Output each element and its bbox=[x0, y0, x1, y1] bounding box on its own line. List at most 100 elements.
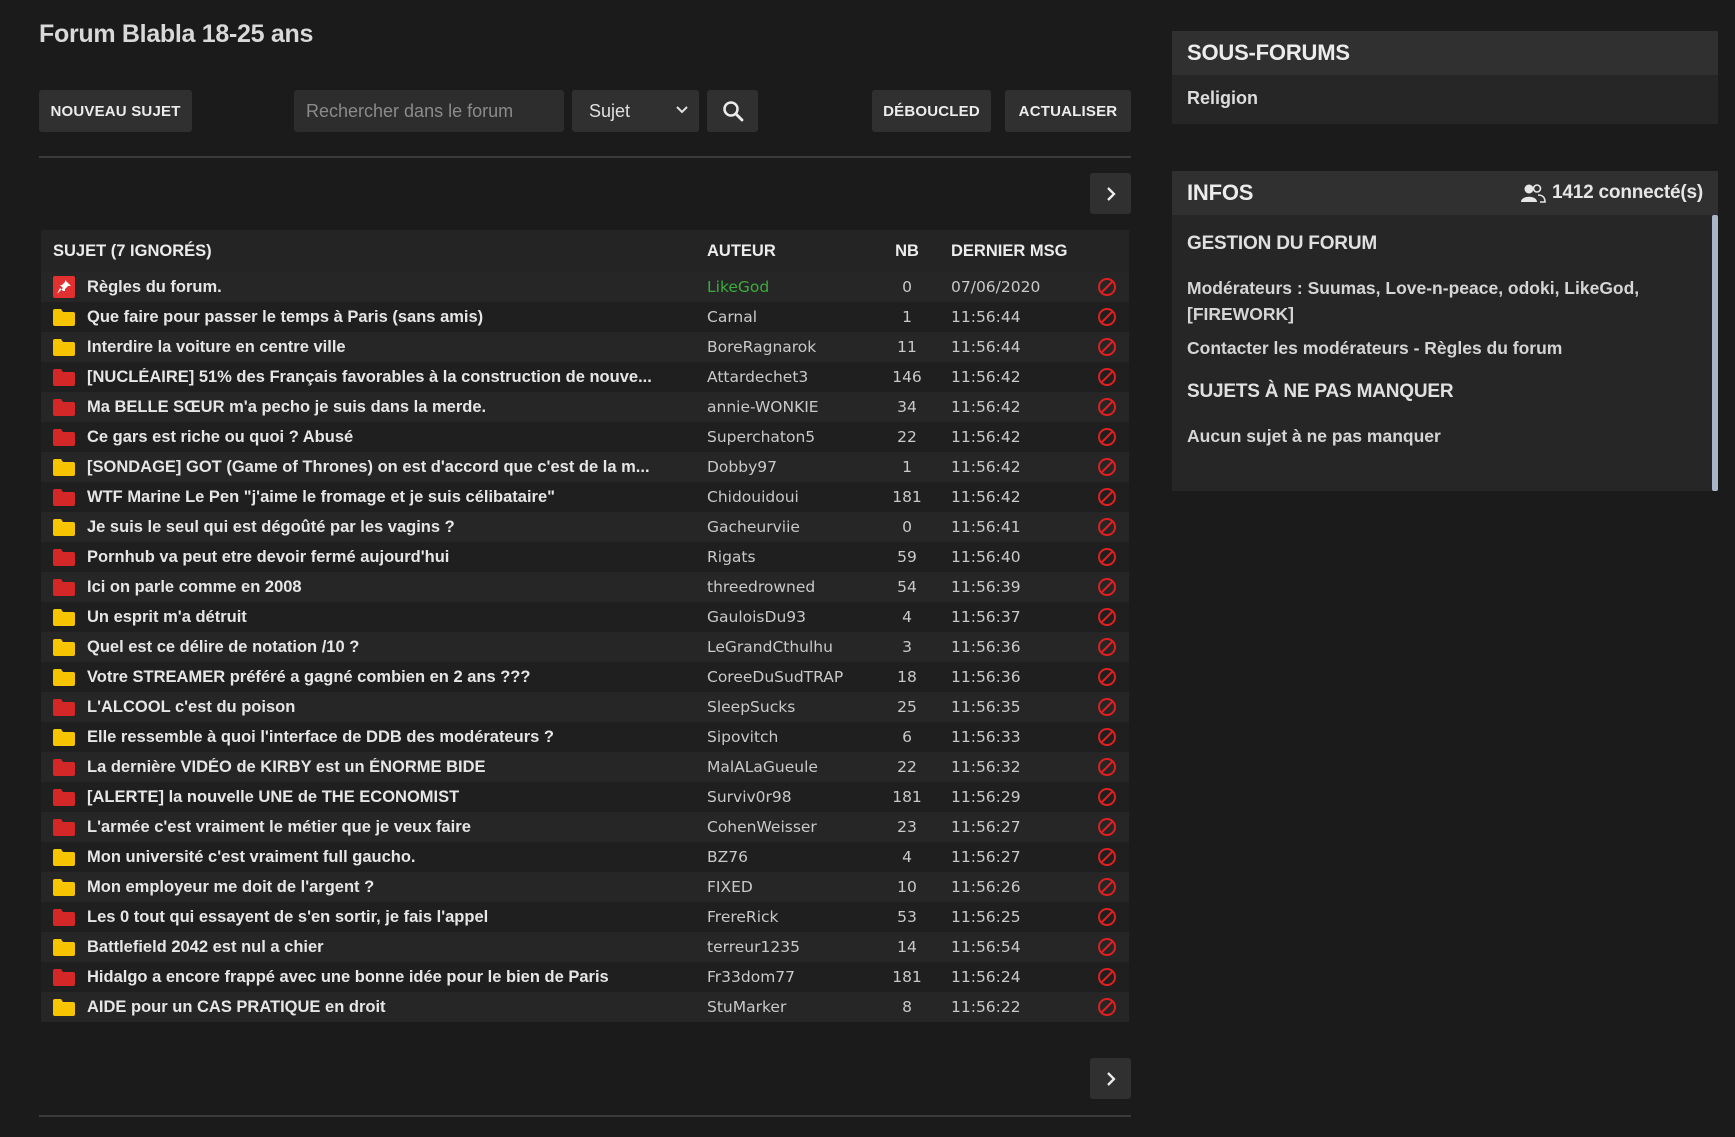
topic-last-message[interactable]: 11:56:33 bbox=[942, 722, 1085, 752]
topic-author-link[interactable]: threedrowned bbox=[707, 572, 872, 602]
block-icon[interactable] bbox=[1097, 307, 1117, 327]
table-row[interactable]: Interdire la voiture en centre ville Bore… bbox=[41, 332, 1129, 362]
topic-author-link[interactable]: terreur1235 bbox=[707, 932, 872, 962]
table-row[interactable]: AIDE pour un CAS PRATIQUE en droit StuMar… bbox=[41, 992, 1129, 1022]
topic-last-message[interactable]: 11:56:39 bbox=[942, 572, 1085, 602]
block-icon[interactable] bbox=[1097, 547, 1117, 567]
topic-last-message[interactable]: 11:56:22 bbox=[942, 992, 1085, 1022]
table-row[interactable]: Hidalgo a encore frappé avec une bonne i… bbox=[41, 962, 1129, 992]
topic-title-link[interactable]: Ce gars est riche ou quoi ? Abusé bbox=[87, 428, 699, 447]
topic-author-link[interactable]: Dobby97 bbox=[707, 452, 872, 482]
topic-last-message[interactable]: 11:56:27 bbox=[942, 812, 1085, 842]
topic-last-message[interactable]: 07/06/2020 bbox=[942, 272, 1085, 302]
topic-last-message[interactable]: 11:56:25 bbox=[942, 902, 1085, 932]
table-row[interactable]: Pornhub va peut etre devoir fermé aujour… bbox=[41, 542, 1129, 572]
block-icon[interactable] bbox=[1097, 697, 1117, 717]
table-row[interactable]: Ce gars est riche ou quoi ? Abusé Superch… bbox=[41, 422, 1129, 452]
topic-last-message[interactable]: 11:56:42 bbox=[942, 392, 1085, 422]
topic-title-link[interactable]: Un esprit m'a détruit bbox=[87, 608, 699, 627]
topic-last-message[interactable]: 11:56:37 bbox=[942, 602, 1085, 632]
topic-title-link[interactable]: La dernière VIDÉO de KIRBY est un ÉNORME… bbox=[87, 758, 699, 777]
topic-title-link[interactable]: L'armée c'est vraiment le métier que je … bbox=[87, 818, 699, 837]
header-subject[interactable]: SUJET (7 IGNORÉS) bbox=[41, 230, 707, 272]
topic-last-message[interactable]: 11:56:36 bbox=[942, 632, 1085, 662]
table-row[interactable]: Ma BELLE SŒUR m'a pecho je suis dans la … bbox=[41, 392, 1129, 422]
topic-author-link[interactable]: GauloisDu93 bbox=[707, 602, 872, 632]
table-row[interactable]: [ALERTE] la nouvelle UNE de THE ECONOMIS… bbox=[41, 782, 1129, 812]
block-icon[interactable] bbox=[1097, 397, 1117, 417]
topic-title-link[interactable]: AIDE pour un CAS PRATIQUE en droit bbox=[87, 998, 699, 1017]
topic-author-link[interactable]: FIXED bbox=[707, 872, 872, 902]
topic-last-message[interactable]: 11:56:54 bbox=[942, 932, 1085, 962]
block-icon[interactable] bbox=[1097, 667, 1117, 687]
block-icon[interactable] bbox=[1097, 997, 1117, 1017]
block-icon[interactable] bbox=[1097, 817, 1117, 837]
table-row[interactable]: L'armée c'est vraiment le métier que je … bbox=[41, 812, 1129, 842]
topic-last-message[interactable]: 11:56:41 bbox=[942, 512, 1085, 542]
next-page-button[interactable] bbox=[1090, 173, 1131, 214]
topic-last-message[interactable]: 11:56:42 bbox=[942, 422, 1085, 452]
topic-last-message[interactable]: 11:56:26 bbox=[942, 872, 1085, 902]
topic-title-link[interactable]: Votre STREAMER préféré a gagné combien e… bbox=[87, 668, 699, 687]
table-row[interactable]: WTF Marine Le Pen "j'aime le fromage et … bbox=[41, 482, 1129, 512]
topic-last-message[interactable]: 11:56:42 bbox=[942, 362, 1085, 392]
block-icon[interactable] bbox=[1097, 277, 1117, 297]
refresh-button[interactable]: ACTUALISER bbox=[1005, 90, 1131, 132]
topic-author-link[interactable]: Gacheurviie bbox=[707, 512, 872, 542]
topic-last-message[interactable]: 11:56:42 bbox=[942, 482, 1085, 512]
block-icon[interactable] bbox=[1097, 457, 1117, 477]
topic-title-link[interactable]: [NUCLÉAIRE] 51% des Français favorables … bbox=[87, 368, 699, 387]
topic-author-link[interactable]: Sipovitch bbox=[707, 722, 872, 752]
topic-last-message[interactable]: 11:56:40 bbox=[942, 542, 1085, 572]
topic-author-link[interactable]: Chidouidoui bbox=[707, 482, 872, 512]
block-icon[interactable] bbox=[1097, 757, 1117, 777]
table-row[interactable]: La dernière VIDÉO de KIRBY est un ÉNORME… bbox=[41, 752, 1129, 782]
new-topic-button[interactable]: NOUVEAU SUJET bbox=[39, 90, 192, 132]
topic-author-link[interactable]: Carnal bbox=[707, 302, 872, 332]
table-row[interactable]: Je suis le seul qui est dégoûté par les … bbox=[41, 512, 1129, 542]
topic-title-link[interactable]: Quel est ce délire de notation /10 ? bbox=[87, 638, 699, 657]
topic-last-message[interactable]: 11:56:42 bbox=[942, 452, 1085, 482]
topic-last-message[interactable]: 11:56:27 bbox=[942, 842, 1085, 872]
topic-title-link[interactable]: Ma BELLE SŒUR m'a pecho je suis dans la … bbox=[87, 398, 699, 417]
block-icon[interactable] bbox=[1097, 967, 1117, 987]
table-row[interactable]: Mon employeur me doit de l'argent ? FIXED… bbox=[41, 872, 1129, 902]
table-row[interactable]: [NUCLÉAIRE] 51% des Français favorables … bbox=[41, 362, 1129, 392]
infos-scrollbar[interactable] bbox=[1712, 215, 1718, 491]
block-icon[interactable] bbox=[1097, 487, 1117, 507]
topic-title-link[interactable]: Mon employeur me doit de l'argent ? bbox=[87, 878, 699, 897]
table-row[interactable]: Quel est ce délire de notation /10 ? LeGr… bbox=[41, 632, 1129, 662]
block-icon[interactable] bbox=[1097, 877, 1117, 897]
topic-author-link[interactable]: SleepSucks bbox=[707, 692, 872, 722]
topic-title-link[interactable]: Mon université c'est vraiment full gauch… bbox=[87, 848, 699, 867]
topic-author-link[interactable]: Attardechet3 bbox=[707, 362, 872, 392]
topic-author-link[interactable]: Surviv0r98 bbox=[707, 782, 872, 812]
topic-title-link[interactable]: Elle ressemble à quoi l'interface de DDB… bbox=[87, 728, 699, 747]
topic-author-link[interactable]: Rigats bbox=[707, 542, 872, 572]
subforum-link-religion[interactable]: Religion bbox=[1172, 75, 1718, 124]
block-icon[interactable] bbox=[1097, 637, 1117, 657]
table-row[interactable]: Un esprit m'a détruit GauloisDu93 4 11:56:3… bbox=[41, 602, 1129, 632]
block-icon[interactable] bbox=[1097, 937, 1117, 957]
topic-title-link[interactable]: [SONDAGE] GOT (Game of Thrones) on est d… bbox=[87, 458, 699, 477]
topic-title-link[interactable]: Battlefield 2042 est nul a chier bbox=[87, 938, 699, 957]
table-row[interactable]: L'ALCOOL c'est du poison SleepSucks 25 11:5… bbox=[41, 692, 1129, 722]
block-icon[interactable] bbox=[1097, 337, 1117, 357]
table-row[interactable]: Votre STREAMER préféré a gagné combien e… bbox=[41, 662, 1129, 692]
block-icon[interactable] bbox=[1097, 427, 1117, 447]
contact-moderators-link[interactable]: Contacter les modérateurs - Règles du fo… bbox=[1172, 327, 1718, 361]
topic-author-link[interactable]: CoreeDuSudTRAP bbox=[707, 662, 872, 692]
search-button[interactable] bbox=[707, 90, 758, 132]
table-row[interactable]: Battlefield 2042 est nul a chier terreur1… bbox=[41, 932, 1129, 962]
block-icon[interactable] bbox=[1097, 727, 1117, 747]
block-icon[interactable] bbox=[1097, 607, 1117, 627]
topic-author-link[interactable]: CohenWeisser bbox=[707, 812, 872, 842]
block-icon[interactable] bbox=[1097, 907, 1117, 927]
topic-author-link[interactable]: FrereRick bbox=[707, 902, 872, 932]
block-icon[interactable] bbox=[1097, 367, 1117, 387]
topic-author-link[interactable]: BZ76 bbox=[707, 842, 872, 872]
block-icon[interactable] bbox=[1097, 847, 1117, 867]
topic-last-message[interactable]: 11:56:44 bbox=[942, 302, 1085, 332]
table-row[interactable]: Ici on parle comme en 2008 threedrowned 54… bbox=[41, 572, 1129, 602]
deboucled-button[interactable]: DÉBOUCLED bbox=[872, 90, 991, 132]
